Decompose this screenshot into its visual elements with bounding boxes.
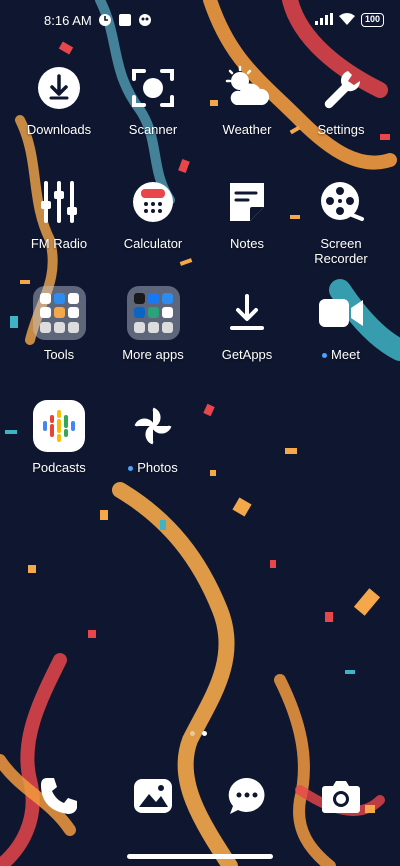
app-fm-radio[interactable]: FM Radio: [11, 176, 107, 251]
battery-indicator: 100: [360, 13, 384, 27]
message-icon: [225, 774, 269, 823]
app-photos[interactable]: Photos: [105, 400, 201, 475]
clock-notification-icon: [98, 13, 112, 27]
status-right: 100: [314, 12, 384, 28]
app-weather[interactable]: Weather: [199, 62, 295, 137]
scanner-icon: [127, 62, 179, 114]
app-label: Weather: [222, 122, 272, 137]
app-label: FM Radio: [30, 236, 88, 251]
status-time: 8:16 AM: [44, 12, 92, 28]
folder-more-apps[interactable]: More apps: [105, 286, 201, 362]
app-label: Podcasts: [32, 460, 86, 475]
download-icon: [33, 62, 85, 114]
wrench-icon: [315, 62, 367, 114]
status-left: 8:16 AM: [44, 13, 152, 28]
gallery-icon: [131, 774, 175, 823]
weather-icon: [221, 62, 273, 114]
app-label: Screen Recorder: [314, 236, 368, 266]
page-indicator[interactable]: [190, 731, 207, 736]
app-label: Scanner: [128, 122, 178, 137]
new-app-dot: [322, 353, 328, 359]
app-podcasts[interactable]: Podcasts: [11, 400, 107, 475]
app-label: Settings: [317, 122, 365, 137]
app-label: Calculator: [123, 236, 183, 251]
page-dot-1[interactable]: [190, 731, 195, 736]
signal-icon: [314, 12, 333, 28]
app-meet[interactable]: Meet: [293, 287, 389, 362]
dock-camera[interactable]: [315, 772, 367, 824]
shield-notification-icon: [138, 13, 152, 27]
podcasts-icon: [33, 400, 85, 452]
wifi-icon: [338, 12, 355, 28]
app-label: Meet: [293, 347, 389, 362]
film-reel-icon: [315, 176, 367, 228]
phone-icon: [37, 774, 81, 823]
app-notes[interactable]: Notes: [199, 176, 295, 251]
app-downloads[interactable]: Downloads: [11, 62, 107, 137]
dock-gallery[interactable]: [127, 772, 179, 824]
calculator-icon: [127, 176, 179, 228]
folder-icon: [32, 286, 86, 340]
app-label: More apps: [122, 347, 184, 362]
folder-tools[interactable]: Tools: [11, 286, 107, 362]
app-label: GetApps: [221, 347, 273, 362]
app-label: Photos: [105, 460, 201, 475]
app-settings[interactable]: Settings: [293, 62, 389, 137]
fm-radio-icon: [33, 176, 85, 228]
pinwheel-icon: [127, 400, 179, 452]
status-bar: 8:16 AM 100: [0, 0, 400, 40]
square-notification-icon: [118, 13, 132, 27]
app-label: Tools: [43, 347, 75, 362]
app-label: Notes: [230, 236, 264, 251]
dock-messages[interactable]: [221, 772, 273, 824]
app-getapps[interactable]: GetApps: [199, 287, 295, 362]
dock-phone[interactable]: [33, 772, 85, 824]
page-dot-2-active[interactable]: [202, 731, 207, 736]
app-screen-recorder[interactable]: Screen Recorder: [293, 176, 389, 266]
getapps-icon: [221, 287, 273, 339]
folder-icon: [126, 286, 180, 340]
new-app-dot: [128, 466, 134, 472]
home-gesture-bar[interactable]: [127, 854, 273, 859]
app-label: Downloads: [26, 122, 92, 137]
app-scanner[interactable]: Scanner: [105, 62, 201, 137]
camera-icon: [319, 774, 363, 823]
video-camera-icon: [315, 287, 367, 339]
app-calculator[interactable]: Calculator: [105, 176, 201, 251]
notes-icon: [221, 176, 273, 228]
